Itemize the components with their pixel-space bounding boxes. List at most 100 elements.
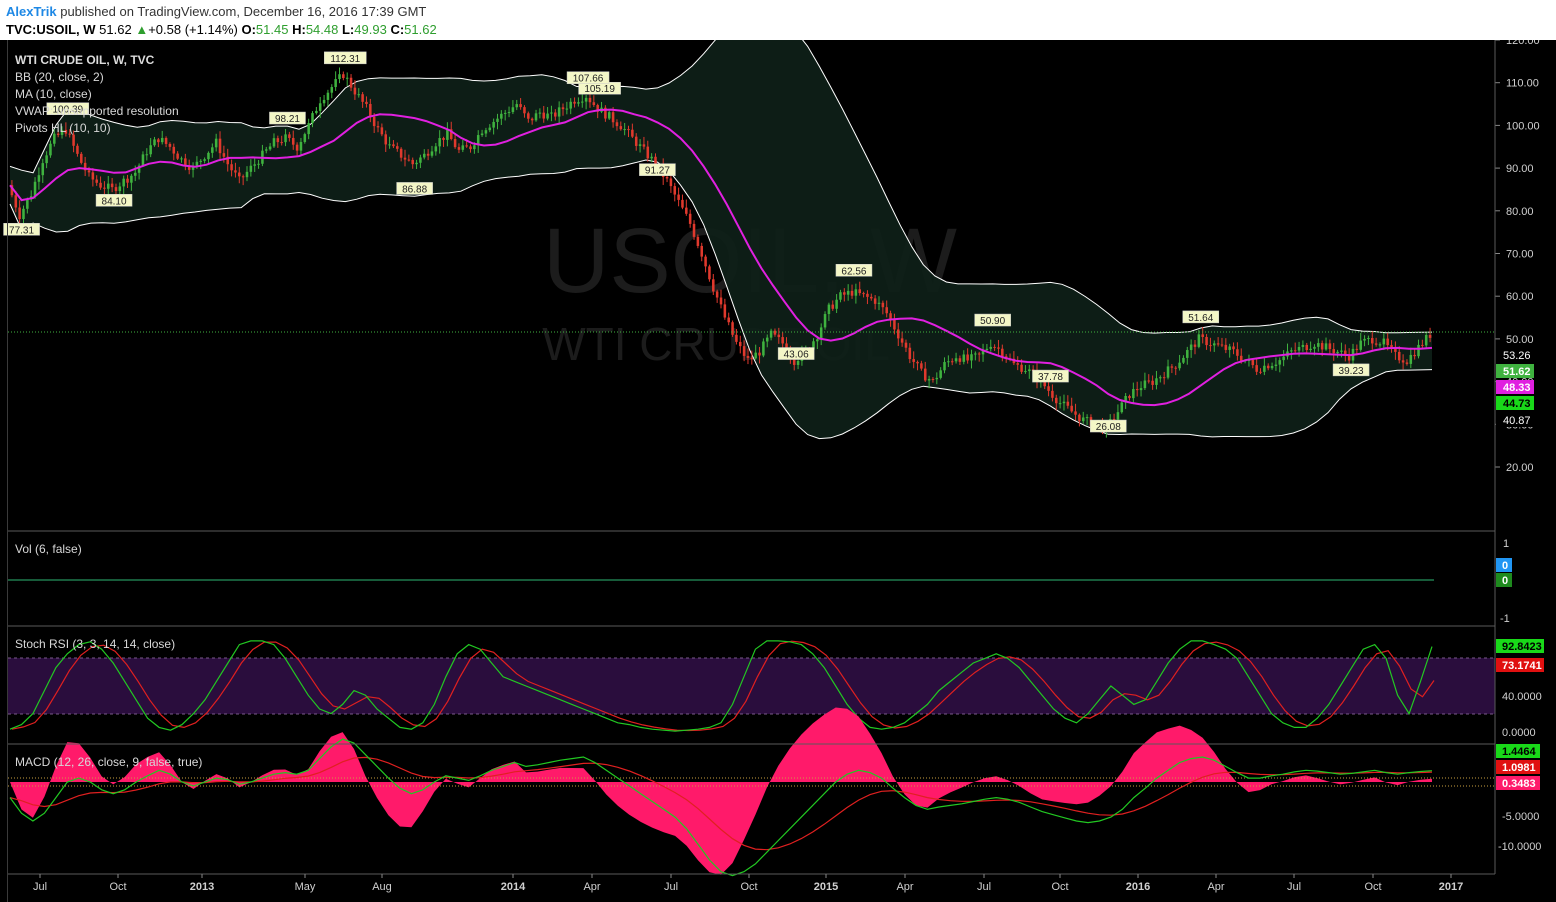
pivot-label: 39.23 [1339,366,1364,377]
candle-body [985,348,989,351]
candle-body [22,208,25,220]
candle-body [685,207,688,214]
candle-body [130,175,133,183]
indicator-ma[interactable]: MA (10, close) [15,87,92,101]
volume-title[interactable]: Vol (6, false) [15,542,82,556]
candle-body [1216,343,1220,345]
candle-body [241,176,245,178]
candle-body [1374,343,1378,345]
pivot-label: 51.64 [1188,313,1213,324]
candle-body [866,293,869,297]
candle-body [704,256,707,267]
candle-body [696,236,700,246]
candle-body [507,112,511,114]
candle-body [80,153,83,163]
candle-body [958,358,962,362]
candle-body [369,103,372,117]
macd-title[interactable]: MACD (12, 26, close, 9, false, true) [15,755,202,769]
candle-body [276,138,280,143]
candle-body [1066,401,1070,406]
candle-body [858,289,862,294]
candle-body [588,97,592,103]
candle-body [361,94,364,102]
candle-body [1370,338,1374,344]
pivot-label: 77.31 [9,225,34,236]
candle-body [1266,365,1270,369]
candle-body [1070,405,1073,412]
candle-body [677,194,680,200]
candle-body [234,170,237,173]
candle-body [885,307,888,314]
candle-body [1189,344,1193,351]
candle-body [492,121,495,128]
candle-body [133,172,137,176]
candle-body [1274,364,1278,367]
candle-body [407,159,411,161]
open-value: 51.45 [255,22,289,37]
candle-body [1074,411,1077,415]
candle-body [1340,350,1343,352]
candle-body [931,379,935,381]
macd-signal-value: 1.0981 [1502,762,1536,774]
candle-body [469,146,472,150]
indicator-vwap[interactable]: VWAP: unsupported resolution [15,104,179,118]
candle-body [712,279,715,292]
up-arrow-icon: ▲ [135,22,149,37]
price-tick-label: 110.00 [1506,78,1539,90]
candle-body [49,143,52,156]
candle-body [754,352,757,359]
candle-body [850,290,854,296]
candle-body [542,112,546,119]
candle-body [1224,344,1228,350]
candle-body [561,107,565,110]
bb-upper-value: 53.26 [1503,350,1531,362]
vol-value-blue: 0 [1502,560,1508,572]
candle-body [1282,356,1285,361]
candle-body [207,152,210,160]
candle-body [195,161,199,166]
candle-body [484,130,488,134]
indicator-pivots[interactable]: Pivots HL (10, 10) [15,121,111,135]
stoch-band [8,658,1495,714]
candle-body [1078,414,1081,422]
candle-body [380,127,384,135]
candle-body [900,338,904,343]
candle-body [315,110,318,114]
macd-axis-neg10: -10.0000 [1498,841,1541,853]
candle-body [1174,367,1178,369]
open-label: O: [241,22,256,37]
candle-body [253,164,256,166]
candle-body [1016,363,1020,365]
bb-fill [10,40,1432,439]
candle-body [284,134,287,143]
time-tick-label: Jul [33,881,47,893]
candle-body [750,357,754,359]
time-tick-label: 2013 [190,881,214,893]
candle-body [453,138,457,148]
candle-body [392,144,395,147]
candle-body [434,146,438,152]
candle-body [91,172,95,180]
candle-body [1424,334,1428,346]
stoch-rsi-title[interactable]: Stoch RSI (3, 3, 14, 14, close) [15,637,175,651]
candle-body [1116,412,1120,420]
pivot-label: 84.10 [102,196,127,207]
candle-body [122,178,125,187]
main-title[interactable]: WTI CRUDE OIL, W, TVC [15,53,155,67]
symbol-name[interactable]: TVC:USOIL, W [6,22,96,37]
candle-body [920,363,923,369]
candle-body [480,133,484,136]
time-axis[interactable]: Jul Oct 2013 May Aug 2014 Apr Jul Oct 2015 Apr Jul O… [33,874,1463,893]
candle-body [311,113,314,124]
price-change: +0.58 (+1.14%) [148,22,238,37]
candle-body [87,170,91,173]
author-link[interactable]: AlexTrik [6,4,57,19]
indicator-bb[interactable]: BB (20, close, 2) [15,70,104,84]
time-tick-label: 2015 [814,881,838,893]
candle-body [1001,348,1004,357]
price-chart[interactable]: USOIL, W WTI CRUDE OIL 77.31100.3984.109… [0,40,1556,902]
pivot-label: 50.90 [980,316,1005,327]
candle-body [927,379,931,381]
candle-body [1139,388,1143,391]
candle-body [1166,366,1170,378]
